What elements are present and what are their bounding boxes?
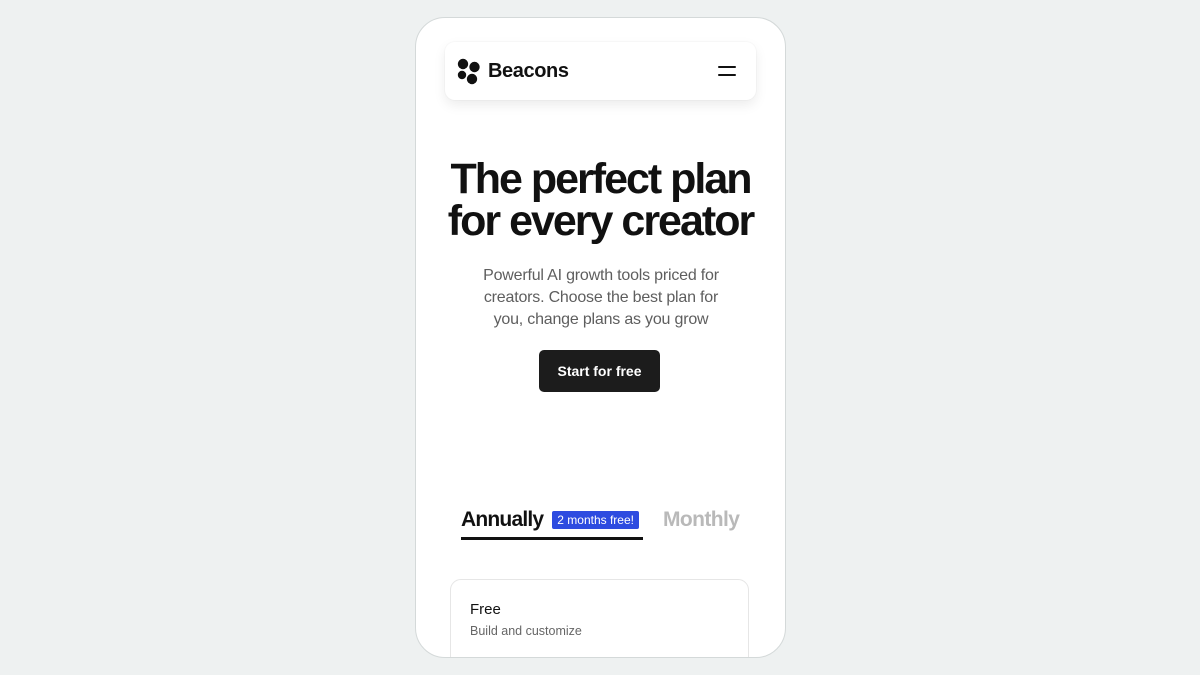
- hero-title-line-2: for every creator: [447, 197, 755, 245]
- tab-monthly[interactable]: Monthly: [663, 508, 740, 532]
- plan-name: Free: [470, 601, 501, 618]
- tab-annually-label: Annually: [461, 508, 544, 531]
- hero-title: The perfect plan for every creator: [416, 155, 785, 245]
- brand-name: Beacons: [488, 59, 569, 82]
- plan-card-free[interactable]: Free Build and customize: [450, 579, 749, 657]
- top-navbar: Beacons: [445, 42, 756, 100]
- tab-annually[interactable]: Annually 2 months free!: [461, 508, 643, 540]
- two-months-free-badge: 2 months free!: [552, 511, 639, 529]
- mobile-viewport-frame: Beacons The perfect plan for every creat…: [415, 17, 786, 658]
- hero-title-line-1: The perfect plan: [450, 155, 752, 203]
- brand-logo-link[interactable]: Beacons: [456, 58, 569, 85]
- hero-subtitle: Powerful AI growth tools priced for crea…: [483, 267, 719, 328]
- beacons-logo-icon: [457, 58, 480, 84]
- plan-description: Build and customize: [470, 624, 582, 638]
- hamburger-menu-icon[interactable]: [718, 63, 736, 79]
- tab-monthly-label: Monthly: [663, 508, 740, 531]
- start-for-free-button[interactable]: Start for free: [539, 350, 660, 392]
